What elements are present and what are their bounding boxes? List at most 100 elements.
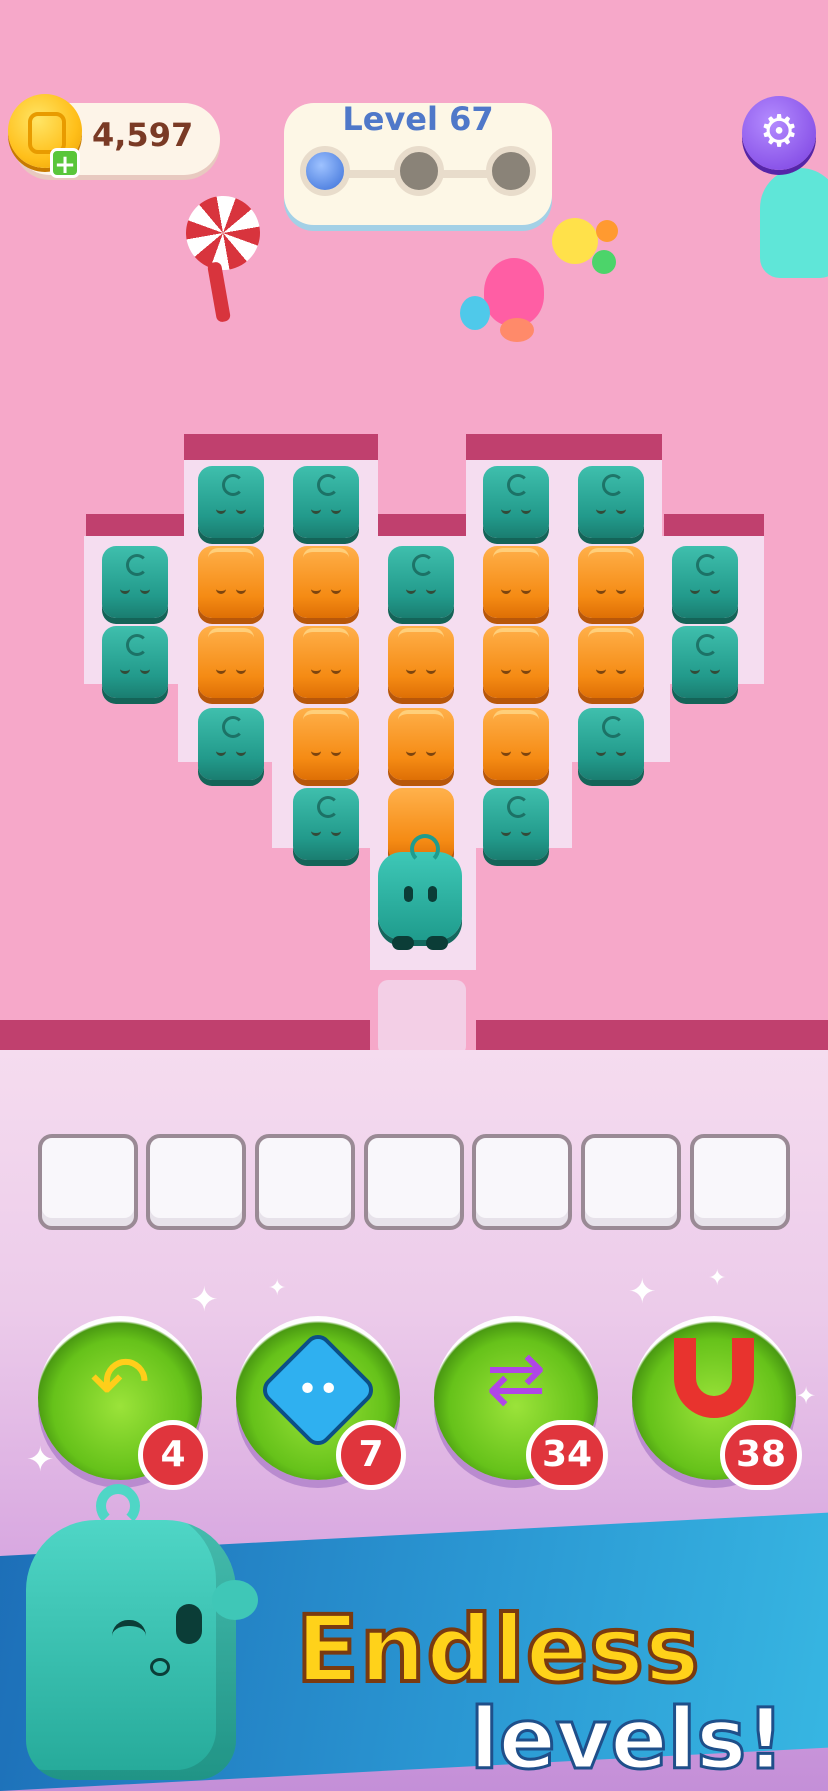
tile-face [216,666,246,674]
teal-tile[interactable] [578,708,644,780]
tile-face [311,506,341,514]
tile-face [501,666,531,674]
tile-swirl [507,796,529,818]
undo-arrow-icon: ↶ [89,1340,151,1424]
orange-tile[interactable] [483,546,549,618]
teal-tile[interactable] [293,788,359,860]
orange-tile[interactable] [388,626,454,698]
orange-tile[interactable] [293,708,359,780]
board-wall [0,1020,370,1054]
board-wall [476,1020,828,1054]
tile-swirl [412,554,434,576]
magnet-icon [654,1338,774,1429]
tile-swirl [602,474,624,496]
character-eye [404,886,413,902]
sparkle-decoration: ✦ [708,1266,727,1291]
teal-tile[interactable] [293,466,359,538]
tile-face [690,586,720,594]
tile-swirl [696,634,718,656]
progress-stage-1 [300,146,350,196]
teal-tile[interactable] [672,546,738,618]
tile-face [120,586,150,594]
teal-tile[interactable] [672,626,738,698]
settings-button[interactable]: ⚙ [742,96,816,170]
promo-subtitle: levels! [469,1689,787,1790]
tile-ears [493,628,539,642]
tile-face [216,586,246,594]
tile-face [690,666,720,674]
tray-slot [581,1134,681,1230]
tile-ears [208,548,254,562]
tile-swirl [126,634,148,656]
tile-ears [303,548,349,562]
booster-magnet-count: 38 [720,1420,802,1490]
teal-tile[interactable] [578,466,644,538]
gear-icon: ⚙ [759,106,799,157]
booster-shuffle[interactable]: ⇄ 34 [434,1316,608,1490]
tile-swirl [222,716,244,738]
tile-ears [398,710,444,724]
progress-stage-3 [486,146,536,196]
booster-undo-count: 4 [138,1420,208,1490]
level-title: Level 67 [342,100,494,138]
teal-tile[interactable] [483,466,549,538]
tile-face [311,748,341,756]
orange-tile[interactable] [293,626,359,698]
sparkle-decoration: ✦ [190,1280,219,1320]
mascot-wink-eye [112,1620,146,1636]
tile-swirl [317,796,339,818]
tile-face [216,748,246,756]
teal-tile[interactable] [198,466,264,538]
orange-tile[interactable] [198,626,264,698]
tile-swirl [696,554,718,576]
footsteps-icon: •• [257,1329,379,1451]
tile-ears [493,548,539,562]
tile-face [501,828,531,836]
tile-face [406,666,436,674]
tile-swirl [507,474,529,496]
tile-ears [493,710,539,724]
booster-magnet[interactable]: 38 [632,1316,802,1490]
booster-undo[interactable]: ↶ 4 [38,1316,208,1490]
sparkle-decoration: ✦ [268,1276,287,1301]
tile-face [596,506,626,514]
tile-swirl [317,474,339,496]
orange-tile[interactable] [483,626,549,698]
board-exit-cell [378,980,466,1056]
orange-tile[interactable] [388,708,454,780]
tile-face [596,748,626,756]
teal-tile[interactable] [102,546,168,618]
mascot-arm [212,1580,258,1620]
mascot-curl [96,1484,140,1528]
tile-face [216,506,246,514]
character-foot [426,936,448,950]
sparkle-decoration: ✦ [796,1382,817,1410]
add-coins-button[interactable]: + [50,148,80,179]
orange-tile[interactable] [293,546,359,618]
tile-face [501,586,531,594]
tray-slot [146,1134,246,1230]
teal-tile[interactable] [483,788,549,860]
shuffle-arrows-icon: ⇄ [485,1336,547,1420]
orange-tile[interactable] [578,626,644,698]
mascot-mouth [150,1658,170,1676]
booster-footsteps[interactable]: •• 7 [236,1316,406,1490]
player-character[interactable] [378,834,462,950]
tray-slot [472,1134,572,1230]
orange-tile[interactable] [578,546,644,618]
tile-face [311,586,341,594]
teal-tile[interactable] [388,546,454,618]
coin-balance: 4,597 [92,116,194,154]
teal-tile[interactable] [198,708,264,780]
orange-tile[interactable] [198,546,264,618]
tile-face [596,666,626,674]
tile-ears [303,710,349,724]
tile-swirl [126,554,148,576]
mascot-character [26,1484,258,1780]
progress-stage-2 [394,146,444,196]
tray-slot [364,1134,464,1230]
teal-tile[interactable] [102,626,168,698]
orange-tile[interactable] [483,708,549,780]
tile-ears [303,628,349,642]
tile-ears [208,628,254,642]
